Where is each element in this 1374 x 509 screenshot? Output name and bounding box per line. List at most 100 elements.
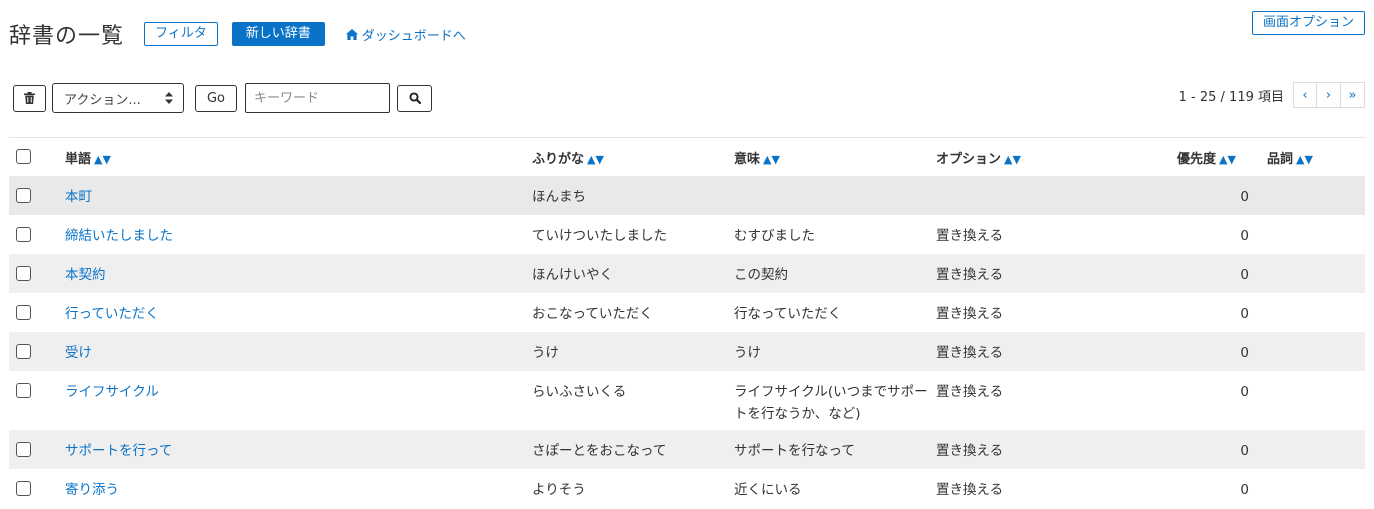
word-link[interactable]: 本町	[65, 189, 92, 205]
priority-cell: 0	[1240, 228, 1249, 244]
pos-cell	[1259, 430, 1365, 469]
last-page-button[interactable]: »	[1341, 82, 1365, 108]
meaning-cell: うけ	[734, 345, 761, 361]
table-row: 寄り添う よりそう 近くにいる 置き換える 0	[9, 469, 1365, 508]
word-link[interactable]: 締結いたしました	[65, 228, 173, 244]
option-cell	[936, 176, 1121, 215]
table-row: サポートを行って さぽーとをおこなって サポートを行なって 置き換える 0	[9, 430, 1365, 469]
priority-cell: 0	[1240, 443, 1249, 459]
reading-cell: よりそう	[532, 482, 586, 498]
go-button[interactable]: Go	[195, 84, 237, 112]
dictionary-list-page: 辞書の一覧 フィルタ 新しい辞書 ダッシュボードへ 画面オプション アクション.…	[0, 0, 1374, 509]
column-header-meaning[interactable]: 意味 ▲▼	[734, 138, 936, 176]
sort-arrows-icon[interactable]: ▲▼	[587, 153, 604, 166]
meaning-cell: 行なっていただく	[734, 306, 842, 322]
home-icon	[345, 28, 358, 40]
keyword-input[interactable]	[245, 83, 390, 113]
row-checkbox[interactable]	[16, 344, 31, 359]
meaning-cell: むすびました	[734, 228, 815, 244]
column-header-word[interactable]: 単語 ▲▼	[65, 138, 532, 176]
row-checkbox[interactable]	[16, 383, 31, 398]
select-all-checkbox[interactable]	[16, 148, 31, 164]
pagination-count: 1 - 25 / 119 項目	[1178, 89, 1284, 105]
table-row: 締結いたしました ていけついたしました むすびました 置き換える 0	[9, 215, 1365, 254]
table-header-row: 単語 ▲▼ ふりがな ▲▼ 意味 ▲▼ オプション ▲▼ 優先度 ▲▼ 品詞 ▲▼	[9, 138, 1365, 176]
priority-cell: 0	[1240, 345, 1249, 361]
table-row: ライフサイクル らいふさいくる ライフサイクル(いつまでサポートを行なうか、など…	[9, 371, 1365, 430]
bulk-action-value: アクション...	[64, 92, 141, 108]
dashboard-link-label: ダッシュボードへ	[361, 28, 466, 44]
option-cell: 置き換える	[936, 482, 1004, 498]
priority-cell: 0	[1240, 482, 1249, 498]
row-checkbox[interactable]	[16, 442, 31, 457]
reading-cell: さぽーとをおこなって	[532, 443, 667, 459]
pos-cell	[1259, 215, 1365, 254]
trash-icon	[24, 92, 35, 104]
sort-arrows-icon[interactable]: ▲▼	[1296, 153, 1313, 166]
column-header-reading[interactable]: ふりがな ▲▼	[532, 138, 734, 176]
table-row: 行っていただく おこなっていただく 行なっていただく 置き換える 0	[9, 293, 1365, 332]
delete-button[interactable]	[13, 84, 46, 112]
pos-cell	[1259, 332, 1365, 371]
pos-cell	[1259, 293, 1365, 332]
meaning-cell: 近くにいる	[734, 482, 802, 498]
search-button[interactable]	[397, 84, 432, 112]
filter-button[interactable]: フィルタ	[144, 22, 218, 46]
reading-cell: らいふさいくる	[532, 384, 627, 400]
meaning-cell: この契約	[734, 267, 788, 283]
new-dictionary-button[interactable]: 新しい辞書	[231, 22, 325, 46]
reading-cell: うけ	[532, 345, 559, 361]
priority-cell: 0	[1240, 267, 1249, 283]
action-toolbar: アクション... Go	[13, 83, 432, 113]
option-cell: 置き換える	[936, 384, 1004, 400]
column-header-priority[interactable]: 優先度 ▲▼	[1121, 138, 1259, 176]
option-cell: 置き換える	[936, 345, 1004, 361]
column-header-pos[interactable]: 品詞 ▲▼	[1259, 138, 1365, 176]
page-header: 辞書の一覧 フィルタ 新しい辞書 ダッシュボードへ	[9, 18, 466, 50]
pos-cell	[1259, 176, 1365, 215]
search-icon	[408, 92, 421, 104]
reading-cell: ていけついたしました	[532, 228, 667, 244]
priority-cell: 0	[1240, 384, 1249, 400]
word-link[interactable]: 本契約	[65, 267, 106, 283]
option-cell: 置き換える	[936, 306, 1004, 322]
prev-page-button[interactable]: ‹	[1293, 82, 1317, 108]
meaning-cell: ライフサイクル(いつまでサポートを行なうか、など)	[734, 384, 928, 422]
option-cell: 置き換える	[936, 267, 1004, 283]
reading-cell: ほんけいやく	[532, 267, 613, 283]
word-link[interactable]: 寄り添う	[65, 482, 119, 498]
sort-arrows-icon[interactable]: ▲▼	[1004, 153, 1021, 166]
dashboard-link[interactable]: ダッシュボードへ	[345, 25, 466, 44]
sort-arrows-icon[interactable]: ▲▼	[1219, 153, 1236, 166]
table-row: 本町 ほんまち 0	[9, 176, 1365, 215]
sort-arrows-icon[interactable]: ▲▼	[94, 153, 111, 166]
select-arrows-icon	[165, 92, 173, 104]
row-checkbox[interactable]	[16, 305, 31, 320]
next-page-button[interactable]: ›	[1317, 82, 1341, 108]
table-row: 本契約 ほんけいやく この契約 置き換える 0	[9, 254, 1365, 293]
priority-cell: 0	[1240, 306, 1249, 322]
word-link[interactable]: ライフサイクル	[65, 384, 159, 400]
pagination: 1 - 25 / 119 項目 ‹ › »	[1179, 82, 1365, 108]
word-link[interactable]: 受け	[65, 345, 92, 361]
reading-cell: ほんまち	[532, 189, 586, 205]
bulk-action-select[interactable]: アクション...	[52, 83, 184, 113]
pos-cell	[1259, 469, 1365, 508]
row-checkbox[interactable]	[16, 266, 31, 281]
page-title: 辞書の一覧	[9, 24, 125, 49]
sort-arrows-icon[interactable]: ▲▼	[763, 153, 780, 166]
reading-cell: おこなっていただく	[532, 306, 653, 322]
row-checkbox[interactable]	[16, 227, 31, 242]
column-header-option[interactable]: オプション ▲▼	[936, 138, 1121, 176]
word-link[interactable]: サポートを行って	[65, 443, 172, 459]
row-checkbox[interactable]	[16, 481, 31, 496]
pos-cell	[1259, 254, 1365, 293]
meaning-cell	[734, 176, 936, 215]
dictionary-table: 単語 ▲▼ ふりがな ▲▼ 意味 ▲▼ オプション ▲▼ 優先度 ▲▼ 品詞 ▲▼ 本町 ほ…	[9, 138, 1365, 508]
option-cell: 置き換える	[936, 443, 1004, 459]
meaning-cell: サポートを行なって	[734, 443, 855, 459]
word-link[interactable]: 行っていただく	[65, 306, 159, 322]
row-checkbox[interactable]	[16, 188, 31, 203]
screen-options-button[interactable]: 画面オプション	[1251, 11, 1365, 35]
pos-cell	[1259, 371, 1365, 430]
